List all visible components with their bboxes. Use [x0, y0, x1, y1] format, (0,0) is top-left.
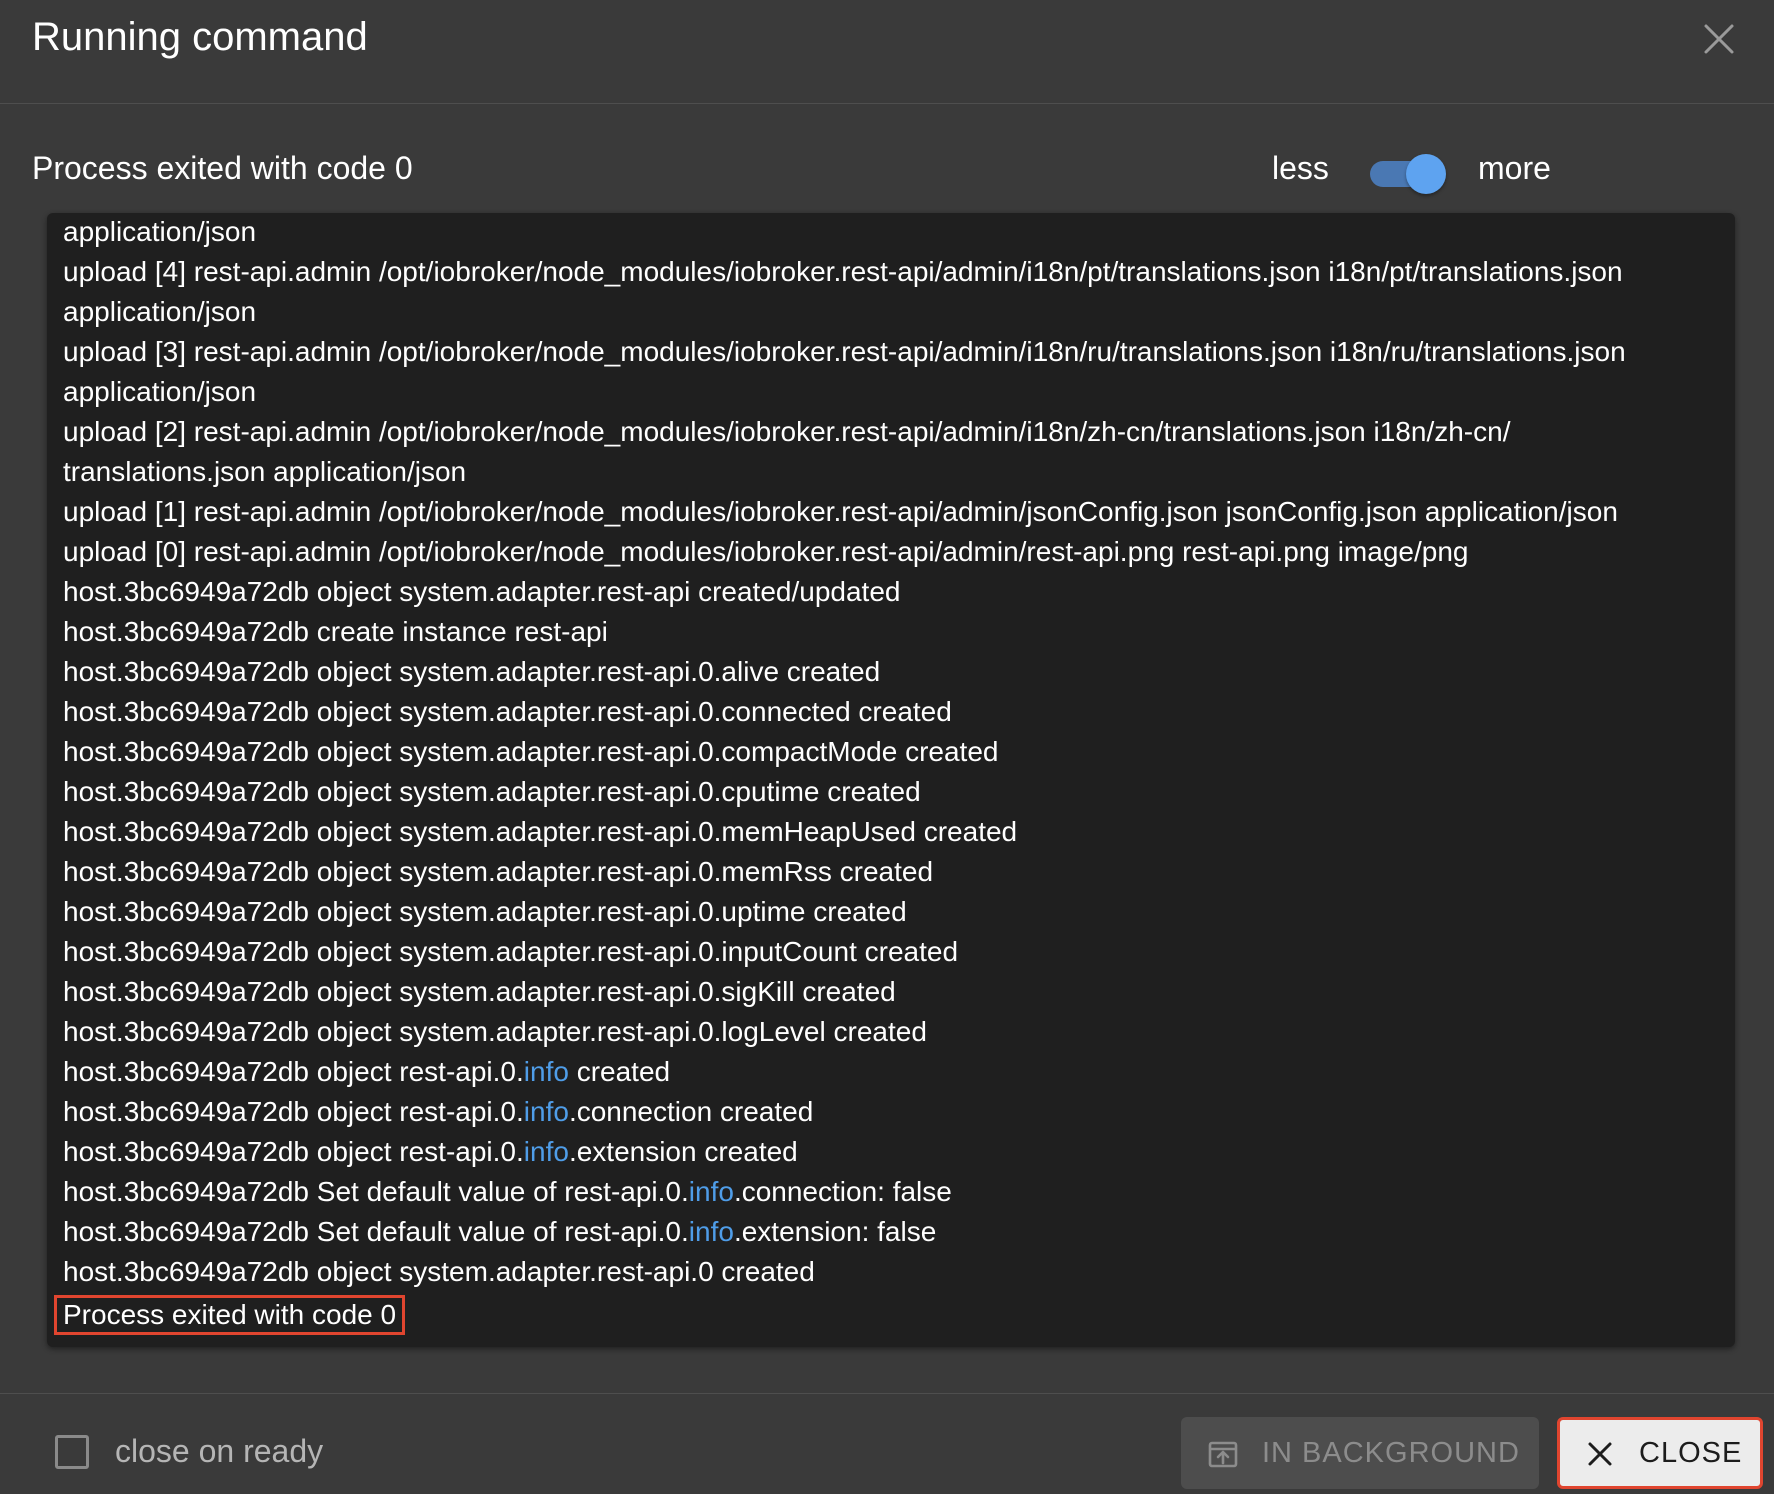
- log-final-line: Process exited with code 0: [54, 1295, 406, 1335]
- in-background-label: IN BACKGROUND: [1262, 1437, 1520, 1469]
- log-text: .extension created: [568, 1136, 798, 1167]
- log-lines: application/json upload [4] rest-api.admi…: [54, 213, 1723, 1335]
- log-line: host.3bc6949a72db object system.adapter.…: [63, 772, 1723, 812]
- log-text: host.3bc6949a72db object system.adapter.…: [63, 1016, 927, 1047]
- log-text: host.3bc6949a72db object system.adapter.…: [63, 976, 896, 1007]
- log-line: host.3bc6949a72db object system.adapter.…: [63, 892, 1723, 932]
- close-icon: [1586, 1440, 1614, 1468]
- switch-thumb[interactable]: [1406, 154, 1446, 194]
- log-keyword: info: [523, 1056, 569, 1087]
- close-button-label: CLOSE: [1639, 1437, 1743, 1469]
- close-on-ready-checkbox[interactable]: [55, 1435, 89, 1469]
- log-text: upload [1] rest-api.admin /opt/iobroker/…: [63, 496, 1618, 527]
- log-text: upload [4] rest-api.admin /opt/iobroker/…: [63, 256, 1623, 287]
- log-line: host.3bc6949a72db object rest-api.0.info…: [63, 1052, 1723, 1092]
- log-line: host.3bc6949a72db create instance rest-a…: [63, 612, 1723, 652]
- log-line: application/json: [63, 372, 1723, 412]
- close-on-ready-label[interactable]: close on ready: [115, 1431, 323, 1471]
- log-line: upload [0] rest-api.admin /opt/iobroker/…: [63, 532, 1723, 572]
- log-text: upload [2] rest-api.admin /opt/iobroker/…: [63, 416, 1511, 447]
- log-text: host.3bc6949a72db object system.adapter.…: [63, 1256, 815, 1287]
- close-button[interactable]: CLOSE: [1557, 1417, 1763, 1489]
- log-text: upload [3] rest-api.admin /opt/iobroker/…: [63, 336, 1626, 367]
- process-status: Process exited with code 0: [32, 150, 413, 186]
- toggle-less-label: less: [1272, 150, 1329, 186]
- log-keyword: info: [688, 1216, 734, 1247]
- toggle-more-label: more: [1478, 150, 1551, 186]
- close-icon[interactable]: [1700, 20, 1738, 58]
- log-text: upload [0] rest-api.admin /opt/iobroker/…: [63, 536, 1469, 567]
- log-text: application/json: [63, 216, 257, 247]
- dialog-header: Running command: [0, 0, 1774, 104]
- log-text: host.3bc6949a72db object system.adapter.…: [63, 936, 959, 967]
- log-text: host.3bc6949a72db object system.adapter.…: [63, 776, 921, 807]
- log-line: host.3bc6949a72db object system.adapter.…: [63, 852, 1723, 892]
- log-text: host.3bc6949a72db Set default value of r…: [63, 1176, 689, 1207]
- console-output[interactable]: application/json upload [4] rest-api.admi…: [47, 213, 1735, 1347]
- move-to-background-icon: [1207, 1438, 1239, 1470]
- verbosity-switch[interactable]: [1368, 154, 1448, 194]
- log-text: application/json: [63, 376, 257, 407]
- log-text: created: [568, 1056, 671, 1087]
- log-line: host.3bc6949a72db object system.adapter.…: [63, 1252, 1723, 1292]
- log-text: translations.json application/json: [63, 456, 467, 487]
- log-text: host.3bc6949a72db object system.adapter.…: [63, 656, 881, 687]
- log-text: host.3bc6949a72db object system.adapter.…: [63, 736, 999, 767]
- log-line: host.3bc6949a72db object system.adapter.…: [63, 572, 1723, 612]
- log-keyword: info: [688, 1176, 734, 1207]
- log-line: host.3bc6949a72db object system.adapter.…: [63, 932, 1723, 972]
- log-line: host.3bc6949a72db object rest-api.0.info…: [63, 1092, 1723, 1132]
- log-text: host.3bc6949a72db object system.adapter.…: [63, 696, 952, 727]
- log-line: upload [2] rest-api.admin /opt/iobroker/…: [63, 412, 1723, 452]
- log-line: host.3bc6949a72db Set default value of r…: [63, 1212, 1723, 1252]
- log-keyword: info: [523, 1096, 569, 1127]
- log-text: host.3bc6949a72db object rest-api.0.: [63, 1056, 524, 1087]
- log-line: host.3bc6949a72db object system.adapter.…: [63, 1012, 1723, 1052]
- log-text: host.3bc6949a72db create instance rest-a…: [63, 616, 608, 647]
- in-background-button[interactable]: IN BACKGROUND: [1181, 1417, 1539, 1489]
- log-text: host.3bc6949a72db object rest-api.0.: [63, 1096, 524, 1127]
- log-text: host.3bc6949a72db Set default value of r…: [63, 1216, 689, 1247]
- log-text: .extension: false: [733, 1216, 937, 1247]
- log-line: host.3bc6949a72db object system.adapter.…: [63, 692, 1723, 732]
- log-text: .connection: false: [733, 1176, 952, 1207]
- log-text: host.3bc6949a72db object system.adapter.…: [63, 816, 1018, 847]
- log-line: upload [4] rest-api.admin /opt/iobroker/…: [63, 252, 1723, 292]
- dialog-title: Running command: [32, 15, 368, 59]
- log-line: host.3bc6949a72db object system.adapter.…: [63, 732, 1723, 772]
- log-line: host.3bc6949a72db object system.adapter.…: [63, 652, 1723, 692]
- log-line: upload [3] rest-api.admin /opt/iobroker/…: [63, 332, 1723, 372]
- log-text: .connection created: [568, 1096, 814, 1127]
- log-text: host.3bc6949a72db object rest-api.0.: [63, 1136, 524, 1167]
- log-line: host.3bc6949a72db object rest-api.0.info…: [63, 1132, 1723, 1172]
- log-keyword: info: [523, 1136, 569, 1167]
- log-text: host.3bc6949a72db object system.adapter.…: [63, 576, 901, 607]
- log-line: translations.json application/json: [63, 452, 1723, 492]
- log-text: host.3bc6949a72db object system.adapter.…: [63, 856, 934, 887]
- log-line: upload [1] rest-api.admin /opt/iobroker/…: [63, 492, 1723, 532]
- log-line: application/json: [63, 213, 1723, 252]
- log-line: host.3bc6949a72db Set default value of r…: [63, 1172, 1723, 1212]
- log-line: host.3bc6949a72db object system.adapter.…: [63, 812, 1723, 852]
- log-line: host.3bc6949a72db object system.adapter.…: [63, 972, 1723, 1012]
- log-text: host.3bc6949a72db object system.adapter.…: [63, 896, 907, 927]
- log-text: application/json: [63, 296, 257, 327]
- log-line: application/json: [63, 292, 1723, 332]
